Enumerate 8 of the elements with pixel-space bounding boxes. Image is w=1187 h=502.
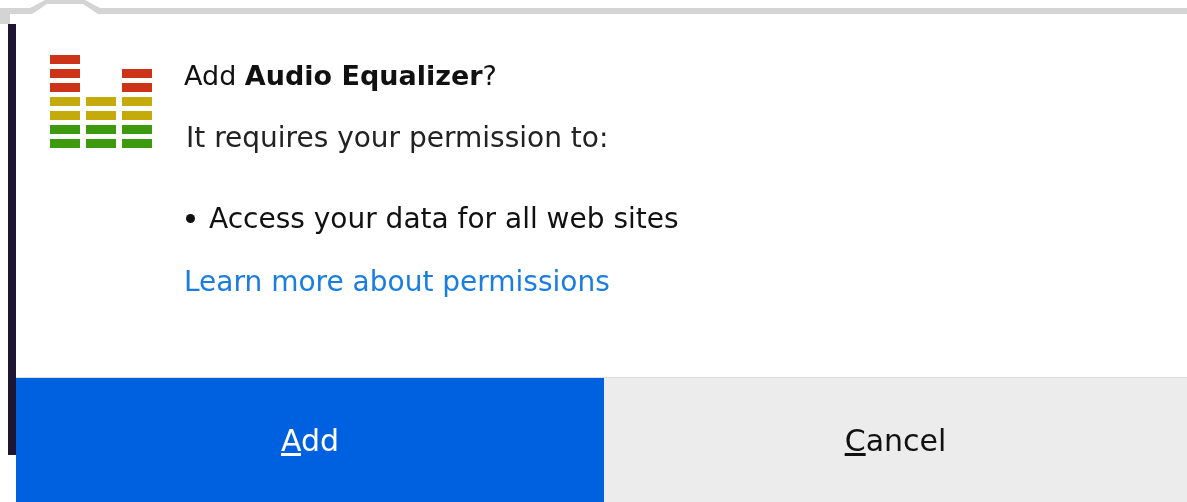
dialog-title: Add Audio Equalizer? xyxy=(184,60,498,91)
learn-more-link[interactable]: Learn more about permissions xyxy=(184,265,610,298)
permission-item: Access your data for all web sites xyxy=(209,202,679,235)
equalizer-icon xyxy=(50,52,154,148)
bullet-icon xyxy=(186,214,195,223)
cancel-button[interactable]: Cancel xyxy=(604,378,1187,502)
add-button[interactable]: Add xyxy=(16,378,604,502)
permission-intro: It requires your permission to: xyxy=(186,121,610,154)
